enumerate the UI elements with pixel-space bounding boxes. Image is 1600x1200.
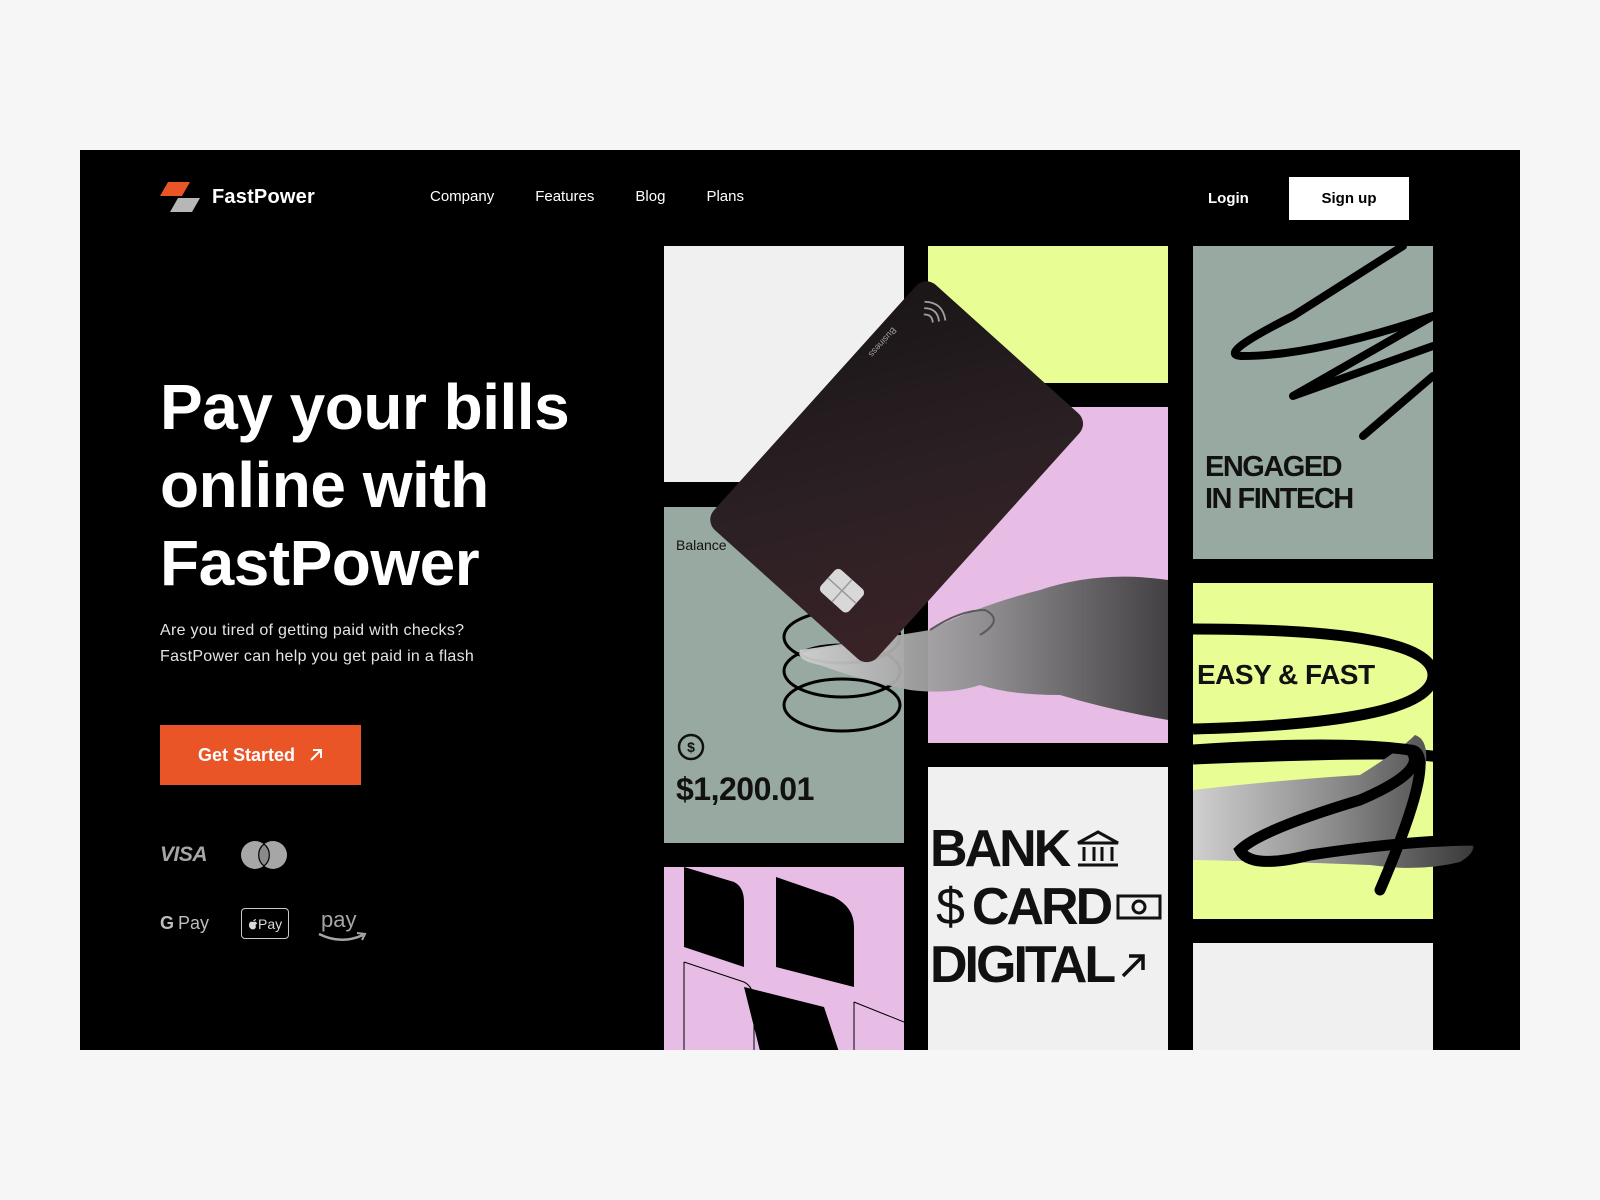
scribble-icon: [1230, 246, 1433, 440]
fintech-line: IN FINTECH: [1205, 483, 1354, 515]
google-pay-label: Pay: [178, 913, 210, 933]
main-nav: Company Features Blog Plans: [430, 188, 744, 205]
tile-pink-hand: [928, 407, 1168, 743]
nav-item-features[interactable]: Features: [535, 188, 594, 205]
google-pay-logo: G Pay: [160, 913, 209, 934]
nav-item-plans[interactable]: Plans: [706, 188, 744, 205]
nav-item-blog[interactable]: Blog: [635, 188, 665, 205]
nav-item-company[interactable]: Company: [430, 188, 494, 205]
arrow-up-right-icon: [1121, 954, 1145, 978]
banknote-icon: [1116, 894, 1162, 920]
landing-frame: FastPower Company Features Blog Plans Lo…: [80, 150, 1520, 1050]
logo[interactable]: FastPower: [160, 182, 315, 212]
tile-easy-fast: EASY & FAST: [1193, 583, 1433, 919]
arrow-up-right-icon: [310, 749, 323, 761]
apple-pay-label: Pay: [257, 915, 283, 932]
tile-light-bottom: [1193, 943, 1433, 1050]
apple-pay-logo: Pay: [241, 908, 290, 939]
hero-title-line: FastPower: [160, 527, 480, 599]
bank-word: BANK: [930, 820, 1071, 878]
mastercard-icon: [241, 841, 288, 869]
amazon-smile-icon: [318, 931, 367, 941]
hero-subtitle-line: Are you tired of getting paid with check…: [160, 622, 465, 639]
card-line: $ CARD: [936, 881, 1162, 933]
coin-stack-icon: [782, 609, 902, 733]
balance-amount: $1,200.01: [676, 771, 814, 807]
tile-geometric: [664, 867, 904, 1050]
get-started-label: Get Started: [197, 744, 296, 765]
bank-line: BANK: [930, 823, 1122, 875]
visa-logo: VISA: [160, 843, 208, 866]
fintech-line: ENGAGED: [1205, 451, 1343, 483]
hero-subtitle-line: FastPower can help you get paid in a fla…: [160, 648, 475, 665]
dollar-circle-icon: $: [677, 733, 705, 761]
dollar-sign: $: [936, 878, 965, 936]
bank-icon: [1077, 830, 1119, 867]
svg-text:$: $: [687, 739, 695, 755]
hero-title: Pay your bills online with FastPower: [160, 368, 620, 602]
amazon-pay-label: pay: [321, 906, 357, 932]
hero-title-line: online with: [160, 449, 489, 521]
fintech-text: ENGAGED IN FINTECH: [1205, 451, 1354, 515]
tile-lime-top: [928, 246, 1168, 383]
card-word: CARD: [971, 878, 1113, 936]
tile-balance: Balance $ $1,200.01: [664, 507, 904, 843]
amazon-pay-logo: pay: [318, 906, 367, 941]
hero-title-line: Pay your bills: [160, 371, 570, 443]
logo-mark-icon: [160, 182, 200, 212]
google-g-icon: G: [160, 913, 175, 933]
digital-word: DIGITAL: [930, 936, 1116, 994]
payment-logos-row-1: VISA: [160, 840, 289, 870]
apple-icon: [248, 918, 257, 929]
payment-logos-row-2: G Pay Pay pay: [160, 906, 367, 941]
brand-name: FastPower: [212, 185, 315, 208]
geometric-shapes-icon: [683, 867, 904, 1050]
signup-button[interactable]: Sign up: [1289, 177, 1409, 220]
tile-light-top: [664, 246, 904, 482]
ring-scribble-icon: [1193, 623, 1433, 765]
login-link[interactable]: Login: [1208, 190, 1249, 207]
hero-subtitle: Are you tired of getting paid with check…: [160, 618, 540, 670]
digital-line: DIGITAL: [930, 939, 1149, 991]
get-started-button[interactable]: Get Started: [160, 725, 361, 785]
easy-fast-text: EASY & FAST: [1197, 659, 1375, 690]
balance-label: Balance: [676, 537, 727, 553]
tile-fintech: ENGAGED IN FINTECH: [1193, 246, 1433, 559]
tile-bank-card: BANK $ CARD DIGITAL: [928, 767, 1168, 1050]
